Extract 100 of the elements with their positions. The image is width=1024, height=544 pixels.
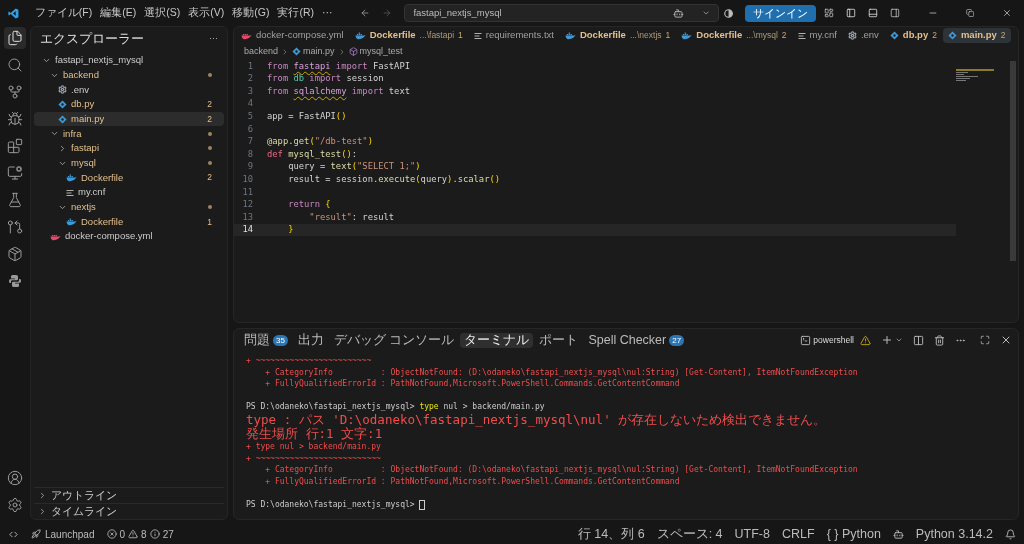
line-number: 3 xyxy=(246,84,254,98)
scrollbar[interactable] xyxy=(1010,61,1016,261)
editor-tab[interactable]: my.cnf xyxy=(792,28,842,43)
whale-icon xyxy=(66,173,77,182)
layout-icon[interactable] xyxy=(823,7,834,19)
terminal-line: + FullyQualifiedErrorId : PathNotFound,Microsoft.PowerShell.Commands.GetContentCommand xyxy=(264,475,681,488)
restore-icon[interactable] xyxy=(965,8,974,18)
panel-tab[interactable]: ターミナル xyxy=(460,332,534,348)
menu-item[interactable]: ··· xyxy=(317,5,337,21)
tree-item[interactable]: fastapi_nextjs_mysql xyxy=(34,53,224,68)
status-item[interactable]: { } Python xyxy=(826,524,881,544)
status-item[interactable]: CRLF xyxy=(781,524,815,544)
panel-tab[interactable]: 出力 xyxy=(293,332,328,348)
code-text: result = session.execute(query).scalar() xyxy=(287,173,501,187)
menu-item[interactable]: 移動(G) xyxy=(228,5,274,21)
editor-tab[interactable]: .env xyxy=(842,28,884,43)
search-field[interactable]: fastapi_nextjs_mysql xyxy=(404,4,719,22)
files-icon[interactable] xyxy=(4,27,26,49)
menu-item[interactable]: 実行(R) xyxy=(273,5,318,21)
trash-icon[interactable] xyxy=(934,334,945,346)
line-number: 6 xyxy=(246,122,254,136)
terminal-line: + type nul > backend/main.py xyxy=(246,440,382,453)
editor-tab[interactable]: Dockerfile ...\mysql 2 xyxy=(676,28,792,43)
status-item[interactable]: UTF-8 xyxy=(734,524,770,544)
error-count[interactable]: 0 xyxy=(119,526,126,542)
file-name: infra xyxy=(63,126,83,141)
rocket-icon[interactable] xyxy=(31,529,41,539)
panel-tab[interactable]: デバッグ コンソール xyxy=(329,332,459,348)
code-text: return { xyxy=(287,198,331,212)
tree-item[interactable]: infra xyxy=(34,126,224,142)
file-name: my.cnf xyxy=(78,185,107,200)
warning-icon[interactable] xyxy=(860,334,871,346)
panel-right-icon[interactable] xyxy=(889,7,900,19)
breadcrumb-item[interactable]: main.py xyxy=(292,44,335,59)
menu-item[interactable]: 表示(V) xyxy=(184,5,229,21)
bell-icon[interactable] xyxy=(1005,528,1016,540)
section-header[interactable]: アウトライン xyxy=(34,487,224,503)
half-circle-icon[interactable] xyxy=(723,7,733,19)
status-item[interactable]: Python 3.14.2 xyxy=(915,524,993,544)
panel-tab[interactable]: Spell Checker 27 xyxy=(584,332,689,348)
editor-tab[interactable]: main.py 2 xyxy=(942,28,1011,43)
terminal-icon[interactable] xyxy=(800,334,812,346)
tree-item[interactable]: docker-compose.yml xyxy=(34,229,224,244)
warning-icon[interactable] xyxy=(128,529,139,539)
text-cursor xyxy=(419,499,426,510)
code-text: query = text("SELECT 1;") xyxy=(287,160,421,174)
menu-item[interactable]: 選択(S) xyxy=(140,5,185,21)
tree-item[interactable]: Dockerfile 1 xyxy=(34,214,224,230)
panel-tab[interactable]: ポート xyxy=(535,332,583,348)
editor-tab[interactable]: Dockerfile ...\fastapi 1 xyxy=(349,28,468,43)
tree-item[interactable]: db.py 2 xyxy=(34,97,224,112)
status-item[interactable]: スペース: 4 xyxy=(656,524,723,544)
split-icon[interactable] xyxy=(913,334,924,346)
error-icon[interactable] xyxy=(106,529,117,539)
chevron-down-icon[interactable] xyxy=(895,336,903,344)
maximize-icon[interactable] xyxy=(980,335,990,345)
tree-item[interactable]: mysql xyxy=(34,155,224,171)
close-icon[interactable] xyxy=(1002,7,1012,19)
robot-icon[interactable] xyxy=(892,528,904,540)
tree-item[interactable]: fastapi xyxy=(34,141,224,156)
tree-item[interactable]: main.py 2 xyxy=(34,111,224,127)
panel-left-icon[interactable] xyxy=(845,7,856,19)
plus-icon[interactable] xyxy=(881,334,893,346)
info-icon[interactable] xyxy=(149,529,160,539)
breadcrumb-item[interactable]: mysql_test xyxy=(348,44,403,59)
lines-icon xyxy=(66,188,74,197)
menu-item[interactable]: 編集(E) xyxy=(96,5,141,21)
editor-tab[interactable]: docker-compose.yml xyxy=(236,28,349,43)
status-item[interactable]: 行 14、列 6 xyxy=(577,524,645,544)
terminal-line: PS D:\odaneko\fastapi_nextjs_mysql> type nul > backend/main.py xyxy=(246,401,546,413)
close-icon[interactable] xyxy=(1000,334,1012,346)
sign-in-button[interactable]: サインイン xyxy=(744,4,816,22)
tree-item[interactable]: backend xyxy=(34,67,224,83)
editor-tab[interactable]: db.py 2 xyxy=(884,28,942,43)
code-text: from fastapi import FastAPI xyxy=(266,59,410,73)
file-name: fastapi xyxy=(71,141,100,156)
code-text: "result": result xyxy=(308,210,395,224)
editor-tab[interactable]: Dockerfile ...\nextjs 1 xyxy=(559,28,676,43)
tree-item[interactable]: nextjs xyxy=(34,199,224,215)
terminal-line: + FullyQualifiedErrorId : PathNotFound,Microsoft.PowerShell.Commands.GetContentCommand xyxy=(264,378,681,390)
section-header[interactable]: タイムライン xyxy=(34,503,224,519)
info-count[interactable]: 27 xyxy=(162,526,174,542)
breadcrumb-item[interactable]: backend xyxy=(244,44,279,59)
problem-count: 2 xyxy=(207,171,212,185)
panel-tab[interactable]: 問題 35 xyxy=(240,332,292,348)
whale-icon xyxy=(50,232,61,241)
panel-bottom-icon[interactable] xyxy=(867,7,878,19)
lines-icon xyxy=(797,31,806,40)
tree-item[interactable]: my.cnf xyxy=(34,185,224,200)
tree-item[interactable]: Dockerfile 2 xyxy=(34,170,224,186)
file-name: db.py xyxy=(71,97,96,112)
launchpad-label[interactable]: Launchpad xyxy=(45,526,95,542)
warning-count[interactable]: 8 xyxy=(141,526,147,542)
file-name: .env xyxy=(71,82,90,97)
tree-item[interactable]: .env xyxy=(34,82,224,98)
shell-name[interactable]: powershell xyxy=(813,333,854,347)
more-button[interactable]: ··· xyxy=(209,32,218,46)
editor-tab[interactable]: requirements.txt xyxy=(468,28,559,43)
menu-item[interactable]: ファイル(F) xyxy=(30,5,97,21)
back-arrow-icon[interactable] xyxy=(360,7,371,19)
